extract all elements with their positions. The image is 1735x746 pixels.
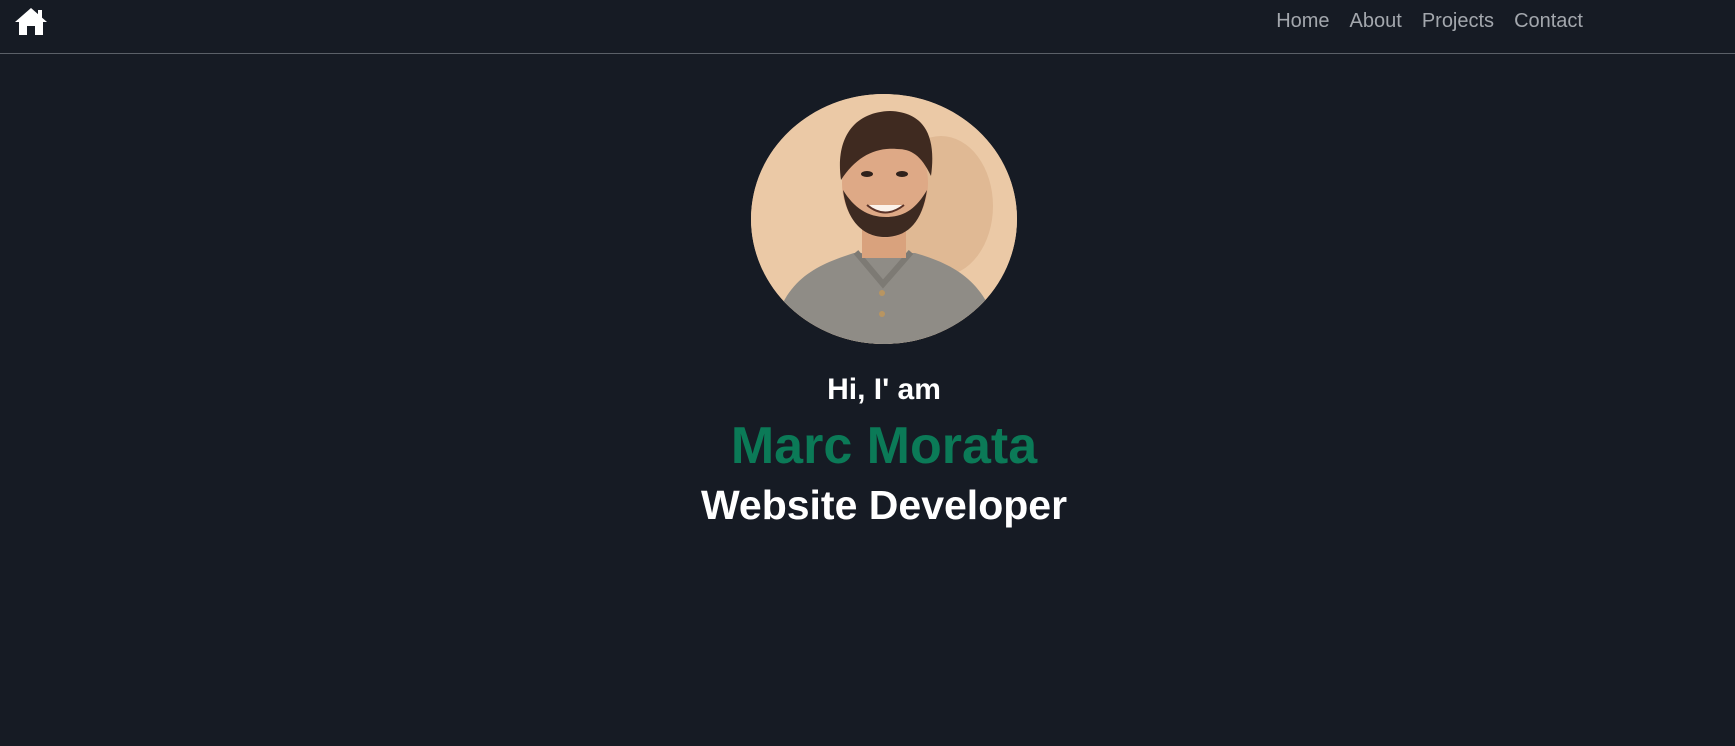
greeting-text: Hi, I' am xyxy=(827,373,941,406)
profile-avatar xyxy=(751,94,1017,344)
home-button[interactable] xyxy=(14,6,48,36)
nav-projects-link[interactable]: Projects xyxy=(1422,10,1494,33)
hero-section: Hi, I' am Marc Morata Website Developer xyxy=(0,94,1735,529)
home-icon xyxy=(15,8,47,35)
developer-name: Marc Morata xyxy=(730,417,1038,475)
main-navigation: Home About Projects Contact xyxy=(1276,10,1583,33)
profile-photo xyxy=(751,94,1017,344)
nav-about-link[interactable]: About xyxy=(1350,10,1402,33)
top-navigation-bar: Home About Projects Contact xyxy=(0,0,1735,54)
nav-contact-link[interactable]: Contact xyxy=(1514,10,1583,33)
developer-role: Website Developer xyxy=(700,482,1068,528)
nav-home-link[interactable]: Home xyxy=(1276,10,1329,33)
